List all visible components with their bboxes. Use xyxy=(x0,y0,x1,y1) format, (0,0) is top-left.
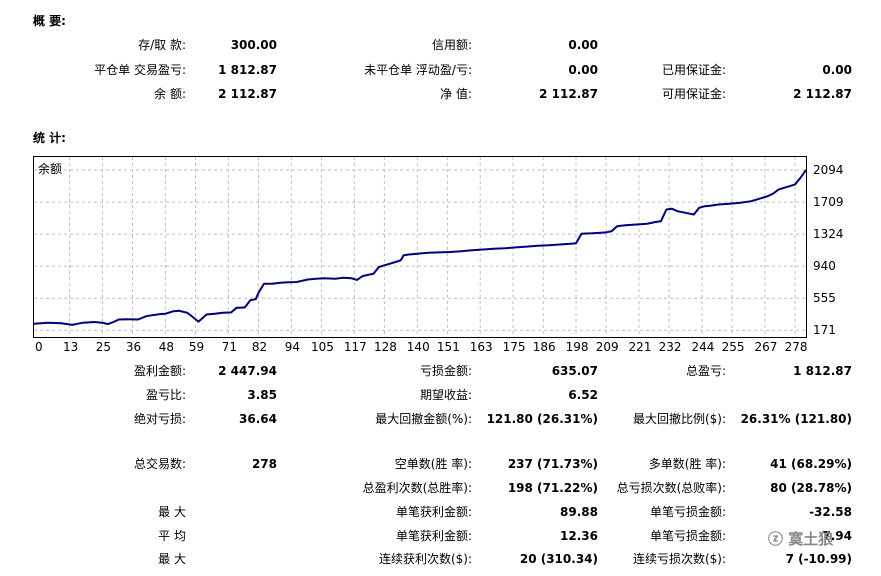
stats-label-r1-c0: 盈亏比: xyxy=(145,388,186,402)
x-tick-label: 140 xyxy=(406,340,430,354)
summary-value-r0-c0: 300.00 xyxy=(230,38,277,52)
summary-value-r1-c2: 0.00 xyxy=(822,63,852,77)
y-tick-label: 1709 xyxy=(813,195,844,210)
x-tick-label: 255 xyxy=(721,340,745,354)
x-tick-label: 232 xyxy=(658,340,682,354)
x-tick-label: 13 xyxy=(62,340,79,354)
trades-value-r0-c2: 41 (68.29%) xyxy=(770,457,852,471)
trades-label-r3-c0: 平 均 xyxy=(158,529,186,543)
x-tick-label: 221 xyxy=(628,340,652,354)
balance-chart-plot: 余额 xyxy=(34,157,806,337)
x-tick-label: 151 xyxy=(436,340,460,354)
x-tick-label: 25 xyxy=(95,340,112,354)
trades-value-r0-c0: 278 xyxy=(251,457,277,471)
stats-value-r2-c1: 121.80 (26.31%) xyxy=(486,412,598,426)
x-tick-label: 36 xyxy=(125,340,142,354)
stats-label-r0-c2: 总盈亏: xyxy=(685,364,726,378)
trades-label-r2-c2: 单笔亏损金额: xyxy=(649,505,726,519)
summary-title: 概 要: xyxy=(33,14,66,28)
trades-value-r3-c1: 12.36 xyxy=(560,529,598,543)
y-tick-label: 555 xyxy=(813,291,836,306)
x-tick-label: 82 xyxy=(251,340,268,354)
summary-label-r2-c0: 余 额: xyxy=(154,87,186,101)
trades-label-r0-c2: 多单数(胜 率): xyxy=(648,457,726,471)
trades-label-r0-c1: 空单数(胜 率): xyxy=(394,457,472,471)
trades-label-r2-c1: 单笔获利金额: xyxy=(395,505,472,519)
y-tick-label: 1324 xyxy=(813,227,844,242)
summary-label-r1-c0: 平仓单 交易盈亏: xyxy=(94,63,186,77)
x-tick-label: 48 xyxy=(158,340,175,354)
x-tick-label: 163 xyxy=(469,340,493,354)
x-tick-label: 244 xyxy=(691,340,715,354)
trades-value-r2-c2: -32.58 xyxy=(809,505,852,519)
trades-label-r0-c0: 总交易数: xyxy=(133,457,186,471)
stats-label-r2-c1: 最大回撤金额(%): xyxy=(375,412,472,426)
trades-value-r0-c1: 237 (71.73%) xyxy=(507,457,598,471)
trades-value-r1-c1: 198 (71.22%) xyxy=(507,481,598,495)
trades-label-r4-c0: 最 大 xyxy=(158,552,186,566)
stats-label-r0-c0: 盈利金额: xyxy=(133,364,186,378)
stats-label-r2-c0: 绝对亏损: xyxy=(133,412,186,426)
x-tick-label: 94 xyxy=(284,340,300,354)
x-tick-label: 0 xyxy=(35,340,43,354)
y-tick-label: 171 xyxy=(813,323,836,338)
trades-value-r2-c1: 89.88 xyxy=(560,505,598,519)
x-tick-label: 105 xyxy=(310,340,334,354)
x-tick-label: 59 xyxy=(188,340,205,354)
trades-label-r2-c0: 最 大 xyxy=(158,505,186,519)
stats-title: 统 计: xyxy=(33,131,66,145)
stats-value-r2-c0: 36.64 xyxy=(239,412,277,426)
trades-value-r4-c1: 20 (310.34) xyxy=(519,552,598,566)
summary-label-r1-c1: 未平仓单 浮动盈/亏: xyxy=(364,63,472,77)
trades-label-r3-c2: 单笔亏损金额: xyxy=(649,529,726,543)
y-tick-label: 940 xyxy=(813,259,836,274)
stats-value-r1-c1: 6.52 xyxy=(568,388,598,402)
x-tick-label: 278 xyxy=(784,340,808,354)
stats-value-r1-c0: 3.85 xyxy=(247,388,277,402)
summary-label-r0-c1: 信用额: xyxy=(431,38,472,52)
trades-label-r3-c1: 单笔获利金额: xyxy=(395,529,472,543)
x-tick-label: 198 xyxy=(565,340,589,354)
summary-label-r2-c2: 可用保证金: xyxy=(661,87,726,101)
trades-value-r1-c2: 80 (28.78%) xyxy=(770,481,852,495)
summary-value-r1-c0: 1 812.87 xyxy=(218,63,277,77)
x-tick-label: 175 xyxy=(502,340,526,354)
x-tick-label: 209 xyxy=(595,340,619,354)
stats-value-r2-c2: 26.31% (121.80) xyxy=(740,412,852,426)
summary-label-r2-c1: 净 值: xyxy=(440,87,472,101)
balance-series-line xyxy=(34,169,806,326)
balance-chart: 余额 xyxy=(33,156,807,338)
stats-value-r0-c1: 635.07 xyxy=(551,364,598,378)
x-tick-label: 186 xyxy=(532,340,556,354)
trades-label-r1-c2: 总亏损次数(总败率): xyxy=(616,481,726,495)
summary-label-r1-c2: 已用保证金: xyxy=(661,63,726,77)
stats-label-r1-c1: 期望收益: xyxy=(419,388,472,402)
x-tick-label: 117 xyxy=(343,340,367,354)
summary-value-r2-c1: 2 112.87 xyxy=(539,87,598,101)
trades-label-r4-c1: 连续获利次数($): xyxy=(378,552,472,566)
trades-label-r4-c2: 连续亏损次数($): xyxy=(632,552,726,566)
trades-value-r4-c2: 7 (-10.99) xyxy=(785,552,852,566)
stats-value-r0-c2: 1 812.87 xyxy=(793,364,852,378)
summary-value-r2-c2: 2 112.87 xyxy=(793,87,852,101)
stats-value-r0-c0: 2 447.94 xyxy=(218,364,277,378)
chart-title: 余额 xyxy=(38,161,62,176)
stats-label-r0-c1: 亏损金额: xyxy=(419,364,472,378)
x-tick-label: 71 xyxy=(221,340,237,354)
stats-label-r2-c2: 最大回撤比例($): xyxy=(632,412,726,426)
summary-value-r2-c0: 2 112.87 xyxy=(218,87,277,101)
summary-label-r0-c0: 存/取 款: xyxy=(138,38,186,52)
trades-label-r1-c1: 总盈利次数(总胜率): xyxy=(362,481,472,495)
summary-value-r1-c1: 0.00 xyxy=(568,63,598,77)
watermark: ⓩ 寞土狼 xyxy=(768,530,834,548)
y-tick-label: 2094 xyxy=(813,163,844,177)
x-tick-label: 128 xyxy=(373,340,397,354)
summary-value-r0-c1: 0.00 xyxy=(568,38,598,52)
x-tick-label: 267 xyxy=(754,340,778,354)
